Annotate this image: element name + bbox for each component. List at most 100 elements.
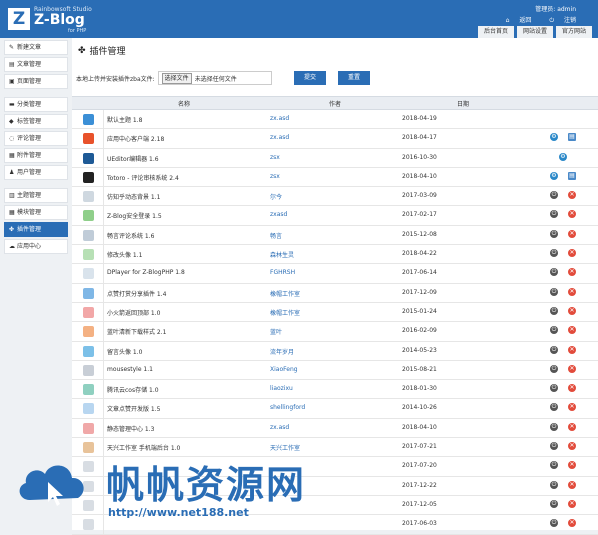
plugin-date: 2018-04-10: [402, 423, 437, 431]
sidebar-item-label: 新建文章: [17, 44, 42, 51]
table-row: 默认主题 1.8 zx.asd 2018-04-19: [72, 110, 598, 130]
sidebar-item-attachment[interactable]: ▦ 附件管理: [4, 148, 68, 163]
choose-file-button[interactable]: 选择文件: [161, 72, 192, 84]
col-author: 作者: [329, 101, 342, 108]
plugin-author-link[interactable]: 尔今: [270, 192, 282, 201]
sidebar-item-module[interactable]: ▦ 模块管理: [4, 205, 68, 220]
sidebar-item-edit[interactable]: ✎ 新建文章: [4, 40, 68, 55]
power-icon[interactable]: ⏻: [550, 422, 558, 431]
plugin-author-link[interactable]: 畅言: [270, 231, 282, 240]
del-icon[interactable]: ✕: [568, 422, 576, 431]
del-icon[interactable]: ✕: [568, 364, 576, 373]
theme-icon: ▥: [9, 192, 15, 199]
del-icon[interactable]: ✕: [568, 480, 576, 489]
for-php-label: for PHP: [68, 28, 87, 34]
plugin-author-link[interactable]: 流年岁月: [270, 347, 294, 356]
power-icon[interactable]: ⏻: [550, 268, 558, 277]
sidebar-item-plugin[interactable]: ✤ 插件管理: [4, 222, 68, 237]
del-icon[interactable]: ✕: [568, 384, 576, 393]
del-icon[interactable]: ✕: [568, 306, 576, 315]
plugin-author-link[interactable]: zsx: [270, 173, 280, 180]
nav-official-site[interactable]: 官方网站: [555, 26, 592, 38]
sidebar-item-user[interactable]: ♟ 用户管理: [4, 165, 68, 180]
settings-icon[interactable]: ⚙: [550, 133, 558, 142]
del-icon[interactable]: ✕: [568, 403, 576, 412]
sidebar-item-page[interactable]: ▣ 页面管理: [4, 74, 68, 89]
power-icon[interactable]: ⏻: [550, 364, 558, 373]
plugin-logo-icon: [83, 326, 94, 338]
plugin-author-link[interactable]: zx.asd: [270, 134, 289, 141]
power-icon[interactable]: ⏻: [550, 384, 558, 393]
row-icon-cell: [72, 495, 104, 515]
power-icon[interactable]: ⏻: [550, 229, 558, 238]
plugin-author-link[interactable]: zx.asd: [270, 424, 289, 431]
sidebar-item-document[interactable]: ▤ 文章管理: [4, 57, 68, 72]
nav-admin-home[interactable]: 后台首页: [477, 26, 514, 38]
zblog-logo[interactable]: Z Rainbowsoft Studio Z-Blog for PHP: [8, 5, 118, 34]
logout-link[interactable]: ⏻ 注销: [541, 17, 576, 24]
plugin-logo-icon: [83, 306, 94, 318]
sidebar-item-theme[interactable]: ▥ 主题管理: [4, 188, 68, 203]
reset-button[interactable]: 重置: [338, 71, 370, 85]
settings-icon[interactable]: ⚙: [559, 152, 567, 161]
power-icon[interactable]: ⏻: [550, 499, 558, 508]
power-icon[interactable]: ⏻: [550, 191, 558, 200]
plugin-author-link[interactable]: XiaoFeng: [270, 366, 298, 373]
row-icon-cell: [72, 341, 104, 360]
del-icon[interactable]: ✕: [568, 249, 576, 258]
del-icon[interactable]: ✕: [568, 191, 576, 200]
del-icon[interactable]: ✕: [568, 229, 576, 238]
sidebar-item-tag[interactable]: ◆ 标签管理: [4, 114, 68, 129]
manage-icon[interactable]: ▤: [568, 133, 576, 142]
sidebar-item-label: 用户管理: [17, 169, 42, 176]
power-icon[interactable]: ⏻: [550, 345, 558, 354]
del-icon[interactable]: ✕: [568, 345, 576, 354]
del-icon[interactable]: ✕: [568, 287, 576, 296]
file-input[interactable]: 选择文件 未选择任何文件: [157, 71, 272, 85]
sidebar-item-folder[interactable]: ▬ 分类管理: [4, 97, 68, 112]
power-icon[interactable]: ⏻: [550, 403, 558, 412]
plugin-author-link[interactable]: zxasd: [270, 211, 287, 218]
plugin-author-link[interactable]: 橡帽工作室: [270, 308, 300, 317]
del-icon[interactable]: ✕: [568, 499, 576, 508]
manage-icon[interactable]: ▤: [568, 171, 576, 180]
plugin-author-link[interactable]: 橡帽工作室: [270, 289, 300, 298]
del-icon[interactable]: ✕: [568, 210, 576, 219]
submit-button[interactable]: 提交: [294, 71, 326, 85]
del-icon[interactable]: ✕: [568, 461, 576, 470]
col-name: 名称: [178, 101, 191, 108]
power-icon[interactable]: ⏻: [550, 480, 558, 489]
power-icon[interactable]: ⏻: [550, 249, 558, 258]
nav-site-settings[interactable]: 网站设置: [516, 26, 553, 38]
plugin-author-link[interactable]: 天兴工作室: [270, 443, 300, 452]
power-icon[interactable]: ⏻: [550, 461, 558, 470]
del-icon[interactable]: ✕: [568, 326, 576, 335]
back-link[interactable]: ⌂ 返回: [498, 17, 532, 24]
sidebar-item-app-center[interactable]: ☁ 应用中心: [4, 239, 68, 254]
app-center-icon: ☁: [9, 243, 15, 250]
row-icon-cell: [72, 110, 104, 129]
table-row: 天兴工作室 手机端后台 1.0 天兴工作室 2017-07-21 ⏻ ✕: [72, 438, 598, 458]
settings-icon[interactable]: ⚙: [550, 171, 558, 180]
plugin-author-link[interactable]: FGHRSH: [270, 269, 295, 276]
plugin-author-link[interactable]: zx.asd: [270, 115, 289, 122]
comment-icon: ◌: [9, 135, 15, 142]
power-icon[interactable]: ⏻: [550, 287, 558, 296]
plugin-author-link[interactable]: liaozixu: [270, 385, 293, 392]
del-icon[interactable]: ✕: [568, 519, 576, 528]
row-icon-cell: [72, 187, 104, 206]
power-icon[interactable]: ⏻: [550, 519, 558, 528]
plugin-author-link[interactable]: 森林生灵: [270, 250, 294, 259]
plugin-author-link[interactable]: shellingford: [270, 404, 305, 411]
plugin-author-link[interactable]: zsx: [270, 154, 280, 161]
power-icon[interactable]: ⏻: [550, 210, 558, 219]
plugin-author-link[interactable]: 蓝叶: [270, 327, 282, 336]
del-icon[interactable]: ✕: [568, 268, 576, 277]
sidebar-item-label: 评论管理: [17, 135, 42, 142]
sidebar-item-comment[interactable]: ◌ 评论管理: [4, 131, 68, 146]
plugin-logo-icon: [83, 114, 94, 125]
power-icon[interactable]: ⏻: [550, 326, 558, 335]
power-icon[interactable]: ⏻: [550, 306, 558, 315]
del-icon[interactable]: ✕: [568, 442, 576, 451]
power-icon[interactable]: ⏻: [550, 442, 558, 451]
